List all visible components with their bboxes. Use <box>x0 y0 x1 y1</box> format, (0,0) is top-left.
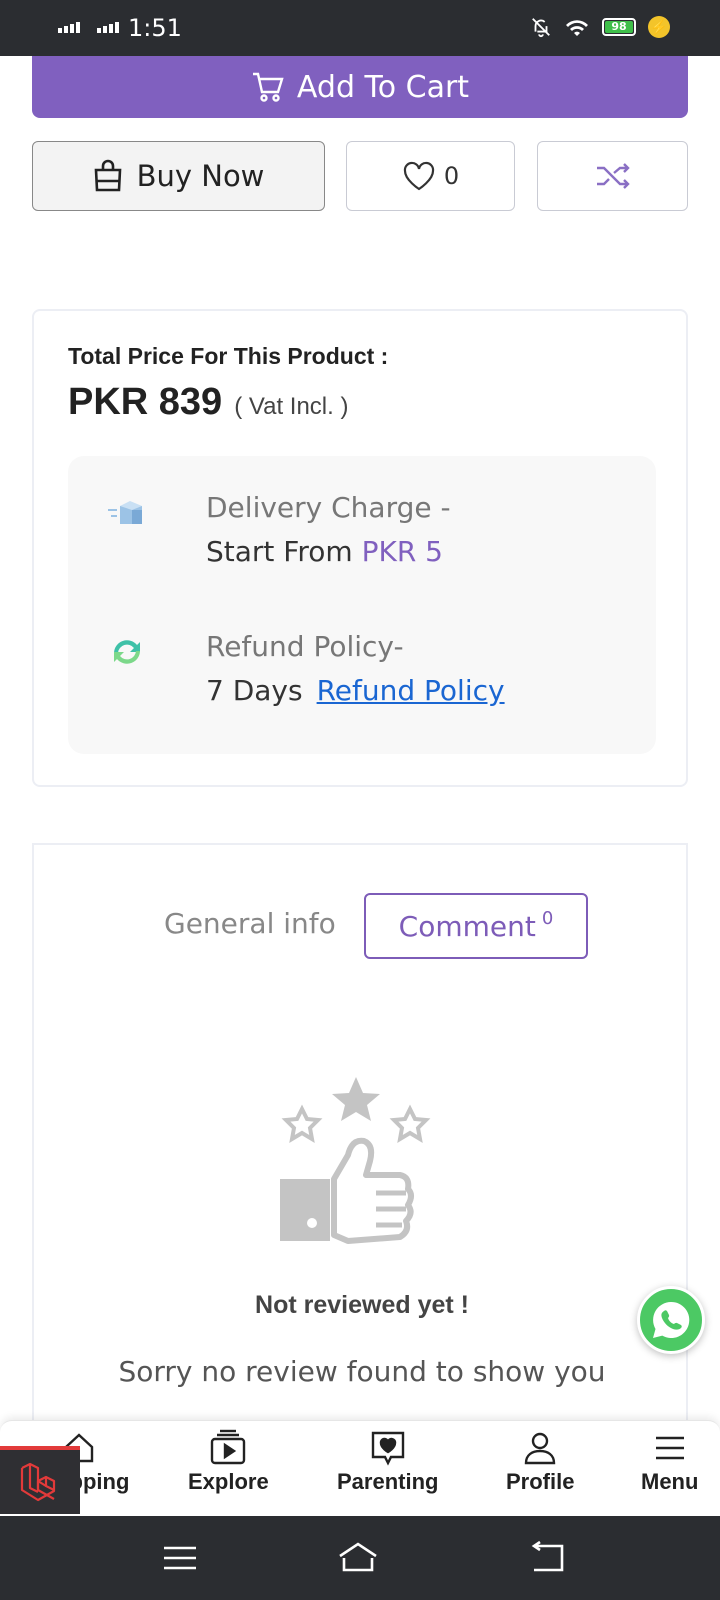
home-button-icon[interactable] <box>336 1538 380 1578</box>
laravel-logo-icon <box>20 1462 56 1502</box>
whatsapp-button[interactable] <box>637 1286 705 1354</box>
signal-icon <box>97 22 119 33</box>
no-review-title: Not reviewed yet ! <box>255 1291 469 1319</box>
nav-parenting[interactable]: Parenting <box>337 1429 438 1495</box>
shopping-bag-icon <box>94 159 121 192</box>
user-icon <box>525 1432 556 1465</box>
review-card: General info Comment 0 Not reviewed yet !… <box>32 843 688 1423</box>
thumbs-up-stars-icon <box>280 1077 431 1244</box>
nav-menu[interactable]: Menu <box>641 1429 698 1495</box>
heart-icon <box>403 161 434 191</box>
status-time: 1:51 <box>128 14 182 42</box>
refund-days: 7 Days <box>206 674 303 707</box>
nav-profile-label: Profile <box>506 1469 575 1494</box>
total-price-label: Total Price For This Product : <box>68 343 389 369</box>
battery-icon: 98 <box>602 18 636 36</box>
charging-icon: ⚡ <box>648 16 670 38</box>
refund-policy-link[interactable]: Refund Policy <box>317 674 505 707</box>
refresh-icon <box>114 640 140 664</box>
add-to-cart-button[interactable]: Add To Cart <box>32 56 688 118</box>
total-price-value: PKR 839 <box>68 381 223 423</box>
bell-off-icon <box>532 18 550 38</box>
nav-menu-label: Menu <box>641 1469 699 1494</box>
nav-explore[interactable]: Explore <box>188 1429 269 1495</box>
heart-chat-icon <box>371 1431 404 1466</box>
buy-now-button[interactable]: Buy Now <box>32 141 325 211</box>
tab-general-info[interactable]: General info <box>164 907 336 940</box>
comment-count: 0 <box>541 907 554 929</box>
cart-icon <box>252 72 284 102</box>
menu-icon <box>655 1436 684 1460</box>
recent-apps-icon[interactable] <box>158 1538 202 1578</box>
compare-button[interactable] <box>537 141 688 211</box>
vat-note: ( Vat Incl. ) <box>234 393 349 420</box>
nav-profile[interactable]: Profile <box>506 1429 574 1495</box>
wifi-icon <box>566 20 588 36</box>
whatsapp-icon <box>653 1301 690 1338</box>
add-to-cart-label: Add To Cart <box>296 69 470 105</box>
tab-comment[interactable]: Comment 0 <box>364 893 588 959</box>
shuffle-icon <box>596 163 630 189</box>
bottom-navigation: Shopping Explore Parenting Profile Menu <box>0 1420 720 1516</box>
laravel-debug-badge[interactable] <box>0 1446 80 1514</box>
system-navigation-bar <box>0 1516 720 1600</box>
tab-comment-label: Comment <box>398 909 536 943</box>
wishlist-button[interactable]: 0 <box>346 141 515 211</box>
delivery-prefix: Start From <box>206 535 362 568</box>
play-icon <box>211 1429 246 1465</box>
delivery-amount: PKR 5 <box>361 535 443 568</box>
wishlist-count: 0 <box>443 162 460 190</box>
buy-now-label: Buy Now <box>136 159 265 193</box>
shipping-info-box: Delivery Charge - Start From PKR 5 Refun… <box>68 456 656 754</box>
price-card: Total Price For This Product : PKR 839 (… <box>32 309 688 787</box>
back-icon[interactable] <box>526 1538 570 1578</box>
refund-title: Refund Policy- <box>206 630 404 663</box>
battery-level: 98 <box>605 21 633 33</box>
no-review-text: Sorry no review found to show you <box>118 1355 606 1388</box>
signal-icon <box>58 22 80 33</box>
nav-parenting-label: Parenting <box>337 1469 439 1494</box>
delivery-title: Delivery Charge - <box>206 491 451 524</box>
nav-explore-label: Explore <box>188 1469 269 1494</box>
status-bar: 1:51 98 ⚡ <box>0 0 720 56</box>
delivery-box-icon <box>108 501 142 524</box>
